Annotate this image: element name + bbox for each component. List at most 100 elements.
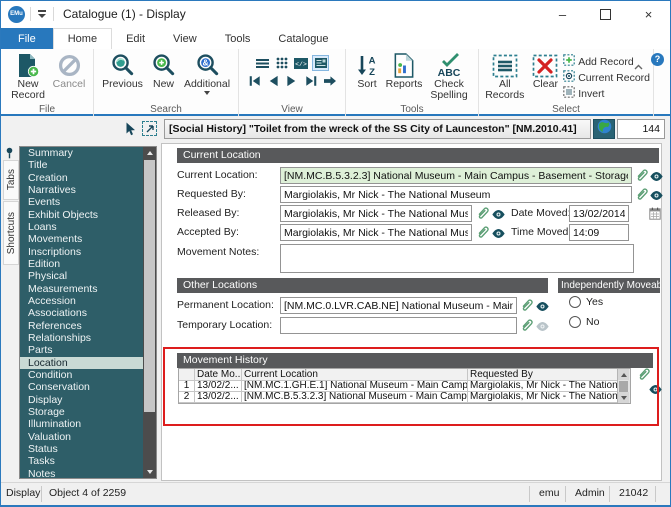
sidebar-item-title[interactable]: Title <box>20 159 143 171</box>
sidebar-item-notes[interactable]: Notes <box>20 468 143 478</box>
sidebar-item-accession[interactable]: Accession <box>20 295 143 307</box>
goto-record-icon[interactable] <box>323 74 338 88</box>
column-header-num[interactable] <box>179 369 195 381</box>
code-view-icon[interactable]: </> <box>293 56 308 70</box>
sidebar-item-movements[interactable]: Movements <box>20 233 143 245</box>
cancel-button[interactable]: Cancel <box>50 51 88 90</box>
date-moved-field[interactable] <box>569 205 629 222</box>
marquee-select-icon[interactable] <box>142 121 157 136</box>
help-button[interactable]: ? <box>651 53 664 66</box>
sidebar-item-inscriptions[interactable]: Inscriptions <box>20 246 143 258</box>
table-row[interactable]: 1 13/02/2... [NM.MC.1.GH.E.1] National M… <box>179 381 630 392</box>
new-search-button[interactable]: New <box>146 51 181 90</box>
current-location-field[interactable] <box>280 167 632 184</box>
close-button[interactable]: × <box>627 1 670 28</box>
sidebar-item-measurements[interactable]: Measurements <box>20 283 143 295</box>
column-header-date-moved[interactable]: Date Mo... <box>195 369 242 381</box>
sidebar-scrollbar[interactable] <box>143 147 156 478</box>
calendar-icon[interactable] <box>648 206 662 220</box>
scrollbar-thumb[interactable] <box>144 160 155 412</box>
sidebar-item-summary[interactable]: Summary <box>20 147 143 159</box>
paperclip-icon[interactable] <box>634 168 648 182</box>
maximize-button[interactable] <box>584 1 627 28</box>
reports-button[interactable]: Reports <box>383 51 425 90</box>
paperclip-icon[interactable] <box>636 367 650 381</box>
table-scrollbar[interactable] <box>617 369 630 403</box>
paperclip-icon[interactable] <box>475 206 489 220</box>
quick-access-dropdown-icon[interactable] <box>37 10 47 18</box>
cursor-icon[interactable] <box>125 122 136 141</box>
sidebar-item-status[interactable]: Status <box>20 443 143 455</box>
tab-catalogue[interactable]: Catalogue <box>264 28 342 49</box>
grid-view-icon[interactable] <box>274 56 289 70</box>
requested-by-field[interactable] <box>280 186 632 203</box>
tab-edit[interactable]: Edit <box>112 28 159 49</box>
collapse-ribbon-icon[interactable] <box>634 57 643 70</box>
eye-disabled-icon[interactable] <box>535 319 549 333</box>
sidebar-item-narratives[interactable]: Narratives <box>20 184 143 196</box>
eye-icon[interactable] <box>649 188 663 202</box>
sidebar-item-physical[interactable]: Physical <box>20 270 143 282</box>
list-view-icon[interactable] <box>255 56 270 70</box>
sort-button[interactable]: AZ Sort <box>351 51 383 90</box>
independently-moveable-no-radio[interactable] <box>569 316 581 328</box>
tab-view[interactable]: View <box>159 28 211 49</box>
permanent-location-field[interactable] <box>280 297 517 314</box>
paperclip-icon[interactable] <box>634 187 648 201</box>
sidebar-item-edition[interactable]: Edition <box>20 258 143 270</box>
next-record-icon[interactable] <box>285 74 300 88</box>
eye-icon[interactable] <box>535 299 549 313</box>
additional-search-button[interactable]: & Additional <box>181 51 233 95</box>
all-records-button[interactable]: All Records <box>482 51 528 101</box>
sidebar-item-associations[interactable]: Associations <box>20 307 143 319</box>
sidebar-item-location[interactable]: Location <box>20 356 143 369</box>
sidebar-item-events[interactable]: Events <box>20 196 143 208</box>
sidebar-item-exhibit-objects[interactable]: Exhibit Objects <box>20 209 143 221</box>
current-record-button[interactable]: Current Record <box>563 70 650 85</box>
scroll-up-icon[interactable] <box>618 369 629 380</box>
eye-icon[interactable] <box>648 382 662 396</box>
eye-icon[interactable] <box>491 226 505 240</box>
scroll-down-icon[interactable] <box>143 466 156 478</box>
check-spelling-button[interactable]: ABC Check Spelling <box>425 51 473 101</box>
tab-file[interactable]: File <box>1 28 53 49</box>
eye-icon[interactable] <box>491 207 505 221</box>
eye-icon[interactable] <box>649 169 663 183</box>
sidebar-item-creation[interactable]: Creation <box>20 172 143 184</box>
column-header-requested-by[interactable]: Requested By <box>468 369 620 381</box>
movement-notes-field[interactable] <box>280 244 634 273</box>
globe-indicator[interactable] <box>593 119 615 139</box>
sidebar-item-illumination[interactable]: Illumination <box>20 418 143 430</box>
new-record-button[interactable]: New Record <box>6 51 50 101</box>
sidebar-item-references[interactable]: References <box>20 320 143 332</box>
paperclip-icon[interactable] <box>519 318 533 332</box>
independently-moveable-yes-radio[interactable] <box>569 296 581 308</box>
time-moved-field[interactable] <box>569 224 629 241</box>
sidebar-item-valuation[interactable]: Valuation <box>20 431 143 443</box>
scroll-up-icon[interactable] <box>143 147 156 159</box>
sidebar-item-condition[interactable]: Condition <box>20 369 143 381</box>
last-record-icon[interactable] <box>304 74 319 88</box>
sidebar-item-relationships[interactable]: Relationships <box>20 332 143 344</box>
released-by-field[interactable] <box>280 205 472 222</box>
first-record-icon[interactable] <box>247 74 262 88</box>
scroll-down-icon[interactable] <box>618 392 629 403</box>
scrollbar-thumb[interactable] <box>619 381 628 392</box>
strip-tab-tabs[interactable]: Tabs <box>3 160 19 200</box>
strip-tab-shortcuts[interactable]: Shortcuts <box>3 201 19 265</box>
tab-tools[interactable]: Tools <box>211 28 265 49</box>
sidebar-item-loans[interactable]: Loans <box>20 221 143 233</box>
previous-search-button[interactable]: Previous <box>99 51 146 90</box>
table-row[interactable]: 2 13/02/2... [NM.MC.B.5.3.2.3] National … <box>179 392 630 403</box>
invert-selection-button[interactable]: Invert <box>563 86 650 101</box>
sidebar-item-conservation[interactable]: Conservation <box>20 381 143 393</box>
clear-selection-button[interactable]: Clear <box>528 51 564 90</box>
temporary-location-field[interactable] <box>280 317 517 334</box>
paperclip-icon[interactable] <box>519 298 533 312</box>
form-view-icon[interactable] <box>312 55 329 71</box>
paperclip-icon[interactable] <box>475 225 489 239</box>
accepted-by-field[interactable] <box>280 224 472 241</box>
sidebar-item-tasks[interactable]: Tasks <box>20 455 143 467</box>
previous-record-icon[interactable] <box>266 74 281 88</box>
minimize-button[interactable]: – <box>541 1 584 28</box>
